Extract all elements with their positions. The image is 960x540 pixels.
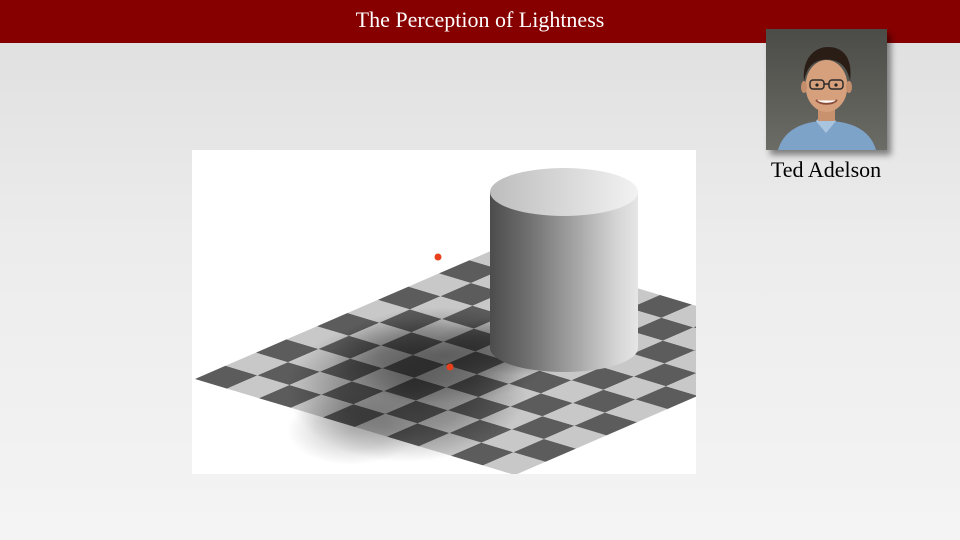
portrait-illustration [766, 29, 887, 150]
red-dot-marker [434, 253, 442, 261]
cylinder-top [490, 168, 638, 216]
illusion-drawing [195, 168, 696, 474]
checker-shadow-illusion [192, 150, 696, 474]
shadow-ellipse [287, 395, 417, 465]
portrait-caption: Ted Adelson [770, 157, 882, 182]
slide-title: The Perception of Lightness [355, 7, 605, 32]
cylinder [490, 168, 638, 372]
cylinder-body [490, 192, 638, 372]
red-dot-marker [446, 363, 454, 371]
portrait-photo [766, 29, 887, 150]
